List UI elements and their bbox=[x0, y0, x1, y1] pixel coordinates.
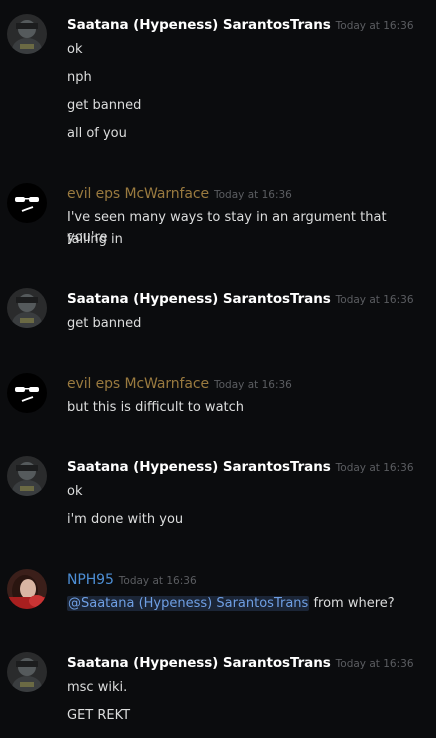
username[interactable]: evil eps McWarnface bbox=[67, 186, 209, 202]
message-header: NPH95 Today at 16:36 bbox=[67, 569, 197, 589]
message-header: Saatana (Hypeness) SarantosTrans Today at… bbox=[67, 456, 414, 476]
username[interactable]: Saatana (Hypeness) SarantosTrans bbox=[67, 17, 331, 33]
avatar-image bbox=[7, 652, 47, 692]
message-group: Saatana (Hypeness) SarantosTrans Today at… bbox=[0, 288, 436, 338]
username[interactable]: Saatana (Hypeness) SarantosTrans bbox=[67, 291, 331, 307]
message-group: evil eps McWarnface Today at 16:36 I've s… bbox=[0, 183, 436, 253]
avatar-nph95[interactable] bbox=[7, 569, 47, 609]
user-mention[interactable]: @Saatana (Hypeness) SarantosTrans bbox=[67, 596, 310, 611]
timestamp: Today at 16:36 bbox=[335, 462, 414, 474]
message-text: but this is difficult to watch bbox=[67, 400, 245, 415]
timestamp: Today at 16:36 bbox=[335, 658, 414, 670]
message-text: ok bbox=[67, 484, 83, 499]
message-group: NPH95 Today at 16:36 @Saatana (Hypeness) … bbox=[0, 569, 436, 619]
message-header: Saatana (Hypeness) SarantosTrans Today at… bbox=[67, 14, 414, 34]
message-group: Saatana (Hypeness) SarantosTrans Today at… bbox=[0, 456, 436, 531]
message-header: Saatana (Hypeness) SarantosTrans Today at… bbox=[67, 652, 414, 672]
username[interactable]: Saatana (Hypeness) SarantosTrans bbox=[67, 655, 331, 671]
avatar-saatana[interactable] bbox=[7, 456, 47, 496]
message-text: i'm done with you bbox=[67, 512, 184, 527]
timestamp: Today at 16:36 bbox=[335, 294, 414, 306]
message-header: evil eps McWarnface Today at 16:36 bbox=[67, 183, 292, 203]
timestamp: Today at 16:36 bbox=[213, 379, 292, 391]
message-text: GET REKT bbox=[67, 708, 131, 723]
message-text: get banned bbox=[67, 98, 142, 113]
message-text: nph bbox=[67, 70, 92, 85]
message-group: Saatana (Hypeness) SarantosTrans Today at… bbox=[0, 652, 436, 732]
avatar-image bbox=[7, 183, 47, 223]
message-text-fragment: from where? bbox=[309, 596, 395, 611]
message-text: @Saatana (Hypeness) SarantosTrans from w… bbox=[67, 594, 422, 614]
message-text: ok bbox=[67, 42, 83, 57]
message-text: get banned bbox=[67, 316, 142, 331]
timestamp: Today at 16:36 bbox=[118, 575, 197, 587]
message-text: all of you bbox=[67, 126, 127, 141]
message-text: msc wiki. bbox=[67, 680, 128, 695]
message-header: evil eps McWarnface Today at 16:36 bbox=[67, 373, 292, 393]
avatar-image bbox=[7, 14, 47, 54]
avatar-evil-eps[interactable] bbox=[7, 373, 47, 413]
username[interactable]: NPH95 bbox=[67, 572, 114, 588]
username[interactable]: evil eps McWarnface bbox=[67, 376, 209, 392]
message-text: failing in bbox=[67, 232, 123, 247]
message-group: Saatana (Hypeness) SarantosTrans Today at… bbox=[0, 14, 436, 144]
avatar-evil-eps[interactable] bbox=[7, 183, 47, 223]
message-header: Saatana (Hypeness) SarantosTrans Today at… bbox=[67, 288, 414, 308]
message-group: evil eps McWarnface Today at 16:36 but th… bbox=[0, 373, 436, 423]
avatar-saatana[interactable] bbox=[7, 288, 47, 328]
avatar-image bbox=[7, 288, 47, 328]
timestamp: Today at 16:36 bbox=[335, 20, 414, 32]
username[interactable]: Saatana (Hypeness) SarantosTrans bbox=[67, 459, 331, 475]
avatar-image bbox=[7, 373, 47, 413]
avatar-image bbox=[7, 569, 47, 609]
avatar-image bbox=[7, 456, 47, 496]
avatar-saatana[interactable] bbox=[7, 14, 47, 54]
timestamp: Today at 16:36 bbox=[213, 189, 292, 201]
avatar-saatana[interactable] bbox=[7, 652, 47, 692]
